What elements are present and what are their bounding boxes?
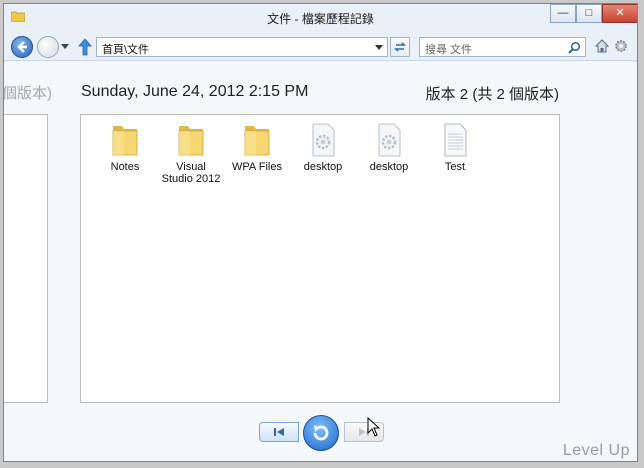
previous-version-button[interactable] (259, 422, 299, 442)
search-input[interactable]: 搜尋 文件 (425, 41, 472, 57)
file-item-desktop-ini-1[interactable]: desktop (292, 122, 354, 173)
restore-icon (313, 425, 329, 441)
file-name: Visual Studio 2012 (161, 161, 221, 185)
file-item-wpa-files[interactable]: WPA Files (226, 122, 288, 173)
window-title: 文件 - 檔案歷程記錄 (267, 12, 374, 26)
up-icon[interactable] (78, 38, 92, 56)
folder-icon (178, 126, 204, 156)
watermark: Level Up (562, 442, 630, 459)
file-name: desktop (303, 161, 343, 173)
current-version-panel: Notes Visual Studio 2012 WPA Files deskt… (80, 114, 560, 403)
text-file-icon (444, 123, 467, 157)
playback-controls (259, 415, 384, 451)
previous-version-label: 個版本) (3, 85, 52, 102)
file-history-window: 文件 - 檔案歷程記錄 — □ ✕ 首頁\文件 搜尋 文件 個版本) Sunda… (3, 3, 638, 462)
search-box[interactable]: 搜尋 文件 (419, 37, 586, 57)
file-item-notes[interactable]: Notes (94, 122, 156, 173)
close-button[interactable]: ✕ (602, 4, 637, 23)
file-name: Test (444, 161, 466, 173)
mouse-cursor-icon (367, 417, 381, 437)
navigation-bar: 首頁\文件 搜尋 文件 (4, 31, 637, 61)
file-item-visual-studio[interactable]: Visual Studio 2012 (160, 122, 222, 185)
folder-icon (112, 126, 138, 156)
title-bar: 文件 - 檔案歷程記錄 — □ ✕ (4, 4, 637, 31)
restore-button[interactable] (303, 415, 339, 451)
refresh-button[interactable] (390, 37, 410, 57)
version-counter: 版本 2 (共 2 個版本) (425, 86, 559, 103)
refresh-icon (394, 42, 406, 52)
folder-icon (244, 126, 270, 156)
snapshot-date: Sunday, June 24, 2012 2:15 PM (81, 83, 309, 100)
maximize-button[interactable]: □ (576, 4, 602, 23)
maximize-icon: □ (585, 7, 593, 19)
forward-button[interactable] (37, 36, 59, 58)
file-name: desktop (369, 161, 409, 173)
file-item-test[interactable]: Test (424, 122, 486, 173)
previous-version-panel[interactable] (4, 114, 48, 403)
home-icon[interactable] (595, 39, 609, 53)
previous-icon (274, 428, 284, 436)
search-icon[interactable] (568, 41, 581, 54)
settings-file-icon (378, 123, 401, 157)
settings-file-icon (312, 123, 335, 157)
file-name: Notes (110, 161, 140, 173)
address-dropdown-icon[interactable] (375, 45, 383, 50)
recent-locations-dropdown-icon[interactable] (61, 44, 69, 49)
close-icon: ✕ (615, 7, 625, 19)
gear-icon[interactable] (614, 39, 628, 53)
file-item-desktop-ini-2[interactable]: desktop (358, 122, 420, 173)
back-icon (17, 41, 27, 53)
back-button[interactable] (11, 36, 33, 58)
version-content-area: 個版本) Sunday, June 24, 2012 2:15 PM 版本 2 … (3, 62, 637, 461)
address-path: 首頁\文件 (102, 44, 150, 56)
address-bar[interactable]: 首頁\文件 (96, 37, 388, 57)
file-name: WPA Files (232, 161, 282, 173)
minimize-button[interactable]: — (550, 4, 576, 23)
minimize-icon: — (557, 7, 569, 19)
